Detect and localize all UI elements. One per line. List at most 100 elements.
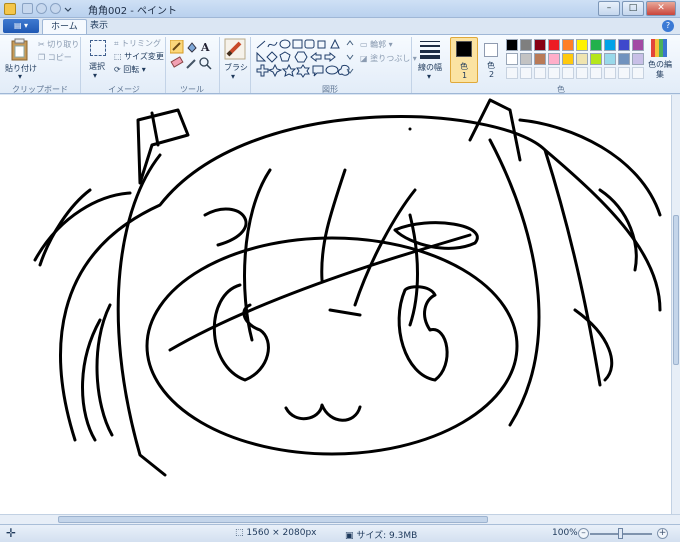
left-tuft-inner: [150, 111, 160, 147]
palette-color-swatch[interactable]: [590, 39, 602, 51]
edit-colors-icon[interactable]: [650, 38, 668, 58]
custom-color-slot[interactable]: [534, 67, 546, 79]
palette-color-swatch[interactable]: [604, 53, 616, 65]
custom-color-slot[interactable]: [632, 67, 644, 79]
brush-icon[interactable]: [224, 38, 246, 60]
ribbon-tab-row: ▤ ▾ ホーム 表示 ?: [0, 18, 680, 34]
custom-color-slot[interactable]: [604, 67, 616, 79]
palette-color-swatch[interactable]: [562, 53, 574, 65]
custom-color-slot[interactable]: [548, 67, 560, 79]
oval-callout-shape-icon[interactable]: [325, 65, 339, 75]
vertical-scroll-thumb[interactable]: [673, 215, 679, 365]
help-icon[interactable]: ?: [662, 20, 674, 32]
zoom-slider-thumb[interactable]: [618, 528, 623, 539]
color1-button[interactable]: 色 1: [450, 37, 478, 83]
palette-color-swatch[interactable]: [506, 53, 518, 65]
eraser-icon[interactable]: [170, 56, 184, 68]
palette-color-swatch[interactable]: [506, 39, 518, 51]
palette-color-swatch[interactable]: [548, 53, 560, 65]
brushes-dropdown-icon[interactable]: ▾: [231, 72, 235, 81]
crop-button[interactable]: ⌗ トリミング: [114, 38, 161, 49]
redo-icon[interactable]: [50, 3, 61, 14]
paint-app-icon[interactable]: [4, 3, 16, 15]
fill-bucket-icon[interactable]: [187, 42, 197, 53]
palette-color-swatch[interactable]: [548, 39, 560, 51]
paint-menu-button[interactable]: ▤ ▾: [3, 19, 39, 33]
palette-color-swatch[interactable]: [520, 39, 532, 51]
line-shape-icon[interactable]: [256, 40, 266, 49]
palette-color-swatch[interactable]: [520, 53, 532, 65]
paste-dropdown-icon[interactable]: ▾: [18, 72, 22, 81]
rounded-callout-shape-icon[interactable]: [312, 65, 324, 77]
custom-color-slot[interactable]: [590, 67, 602, 79]
six-point-star-shape-icon[interactable]: [296, 64, 310, 78]
palette-color-swatch[interactable]: [618, 53, 630, 65]
image-size-icon: ⬚: [235, 528, 244, 538]
five-point-star-shape-icon[interactable]: [281, 63, 297, 77]
palette-color-swatch[interactable]: [618, 39, 630, 51]
palette-color-swatch[interactable]: [590, 53, 602, 65]
rounded-rectangle-shape-icon[interactable]: [304, 39, 315, 49]
shapes-scroll-icon[interactable]: [346, 39, 354, 79]
maximize-button[interactable]: □: [622, 1, 644, 16]
rotate-button[interactable]: ⟳ 回転 ▾: [114, 64, 146, 75]
palette-color-swatch[interactable]: [534, 39, 546, 51]
palette-color-swatch[interactable]: [632, 39, 644, 51]
quick-access-dropdown-icon[interactable]: [64, 3, 72, 14]
cut-button[interactable]: ✂ 切り取り: [38, 39, 79, 50]
triangle-shape-icon[interactable]: [330, 38, 340, 49]
outline-button[interactable]: ▭ 輪郭 ▾: [360, 39, 393, 50]
text-tool-icon[interactable]: A: [200, 41, 210, 54]
pentagon-shape-icon[interactable]: [279, 51, 291, 62]
hexagon-shape-icon[interactable]: [294, 51, 308, 63]
custom-color-slot[interactable]: [618, 67, 630, 79]
save-icon[interactable]: [22, 3, 33, 14]
custom-color-slot[interactable]: [576, 67, 588, 79]
oval-shape-icon[interactable]: [279, 39, 291, 49]
undo-icon[interactable]: [36, 3, 47, 14]
select-icon[interactable]: [90, 40, 106, 56]
palette-color-swatch[interactable]: [562, 39, 574, 51]
horizontal-scrollbar[interactable]: [0, 514, 680, 524]
tab-view[interactable]: 表示: [82, 19, 116, 34]
custom-color-slot[interactable]: [506, 67, 518, 79]
color-picker-icon[interactable]: [186, 59, 196, 69]
magnifier-icon[interactable]: [199, 57, 209, 67]
shapes-gallery[interactable]: [255, 38, 355, 80]
vertical-scrollbar[interactable]: [671, 95, 680, 514]
zoom-out-button[interactable]: –: [578, 528, 589, 539]
palette-color-swatch[interactable]: [604, 39, 616, 51]
size-dropdown-icon[interactable]: ▾: [427, 72, 431, 81]
right-arrow-shape-icon[interactable]: [310, 51, 322, 63]
polygon-shape-icon[interactable]: [317, 40, 326, 49]
zoom-in-button[interactable]: +: [657, 528, 668, 539]
color2-button[interactable]: 色 2: [481, 37, 503, 83]
curve-shape-icon[interactable]: [267, 41, 278, 48]
fill-button[interactable]: ◪ 塗りつぶし ▾: [360, 53, 417, 64]
palette-color-swatch[interactable]: [576, 39, 588, 51]
four-point-arrow-shape-icon[interactable]: [256, 64, 269, 77]
custom-color-slot[interactable]: [562, 67, 574, 79]
ribbon-separator: [411, 37, 412, 93]
minimize-button[interactable]: –: [598, 1, 620, 16]
copy-button[interactable]: ❐ コピー: [38, 52, 72, 63]
palette-color-swatch[interactable]: [534, 53, 546, 65]
drawing-canvas[interactable]: [0, 95, 671, 514]
custom-color-slot[interactable]: [520, 67, 532, 79]
edit-colors-button[interactable]: 色の編集: [648, 60, 672, 80]
resize-button[interactable]: ⬚ サイズ変更: [114, 51, 164, 62]
rectangle-shape-icon[interactable]: [292, 39, 303, 49]
line-size-icon[interactable]: [418, 39, 442, 59]
paste-icon[interactable]: [10, 38, 30, 62]
horizontal-scroll-thumb[interactable]: [58, 516, 488, 523]
close-button[interactable]: ✕: [646, 1, 676, 16]
palette-color-swatch[interactable]: [632, 53, 644, 65]
tab-home[interactable]: ホーム: [42, 19, 87, 34]
brushes-button[interactable]: ブラシ: [224, 62, 248, 73]
four-point-star-shape-icon[interactable]: [267, 63, 283, 78]
select-dropdown-icon[interactable]: ▾: [93, 71, 97, 80]
diamond-shape-icon[interactable]: [266, 51, 278, 63]
left-arrow-shape-icon[interactable]: [324, 51, 336, 63]
right-triangle-shape-icon[interactable]: [256, 51, 267, 62]
palette-color-swatch[interactable]: [576, 53, 588, 65]
